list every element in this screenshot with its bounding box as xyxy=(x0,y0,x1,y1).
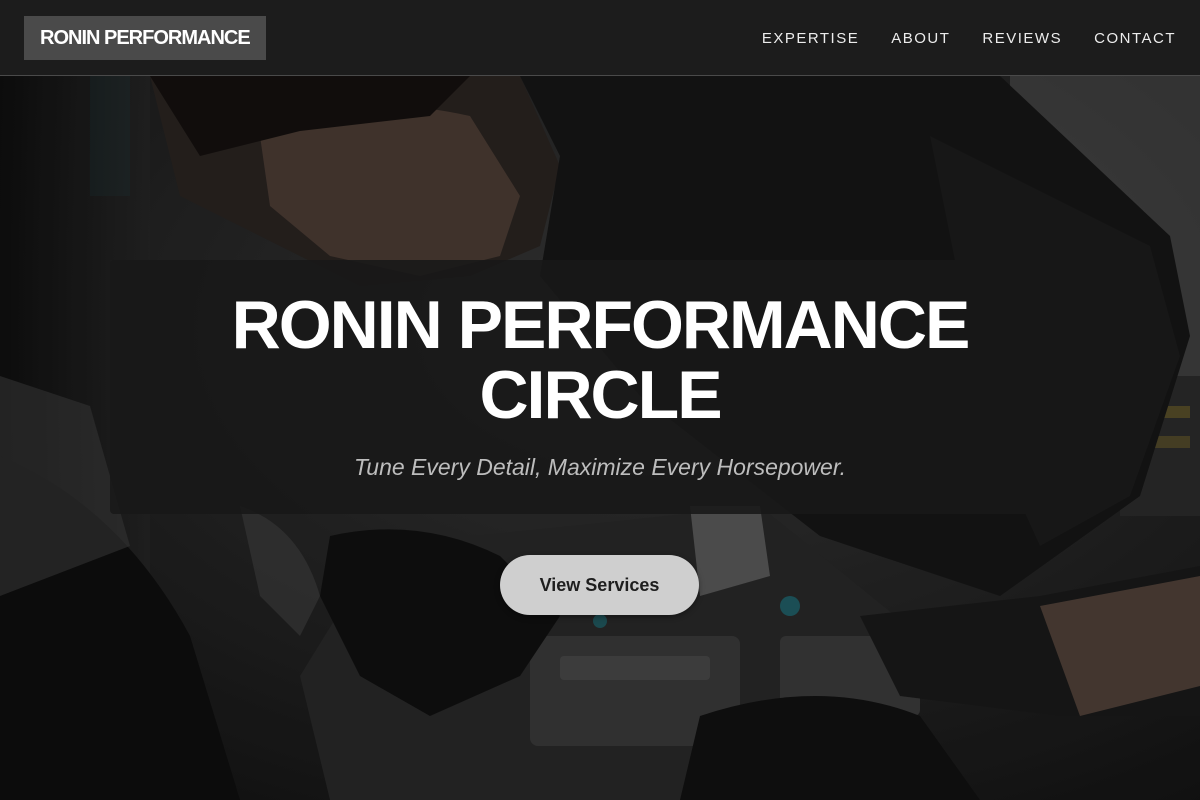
top-navbar: RONIN PERFORMANCE EXPERTISE ABOUT REVIEW… xyxy=(0,0,1200,76)
nav-link-reviews[interactable]: REVIEWS xyxy=(982,30,1062,47)
brand-logo[interactable]: RONIN PERFORMANCE xyxy=(24,16,266,60)
nav-link-expertise[interactable]: EXPERTISE xyxy=(762,30,859,47)
nav-link-contact[interactable]: CONTACT xyxy=(1094,30,1176,47)
hero-subtitle: Tune Every Detail, Maximize Every Horsep… xyxy=(353,454,847,480)
nav-link-about[interactable]: ABOUT xyxy=(891,30,950,47)
hero-title: RONIN PERFORMANCE CIRCLE xyxy=(231,287,971,433)
hero-section: RONIN PERFORMANCE CIRCLE Tune Every Deta… xyxy=(0,76,1200,800)
view-services-button[interactable]: View Services xyxy=(500,555,699,615)
main-nav: EXPERTISE ABOUT REVIEWS CONTACT xyxy=(762,0,1176,76)
